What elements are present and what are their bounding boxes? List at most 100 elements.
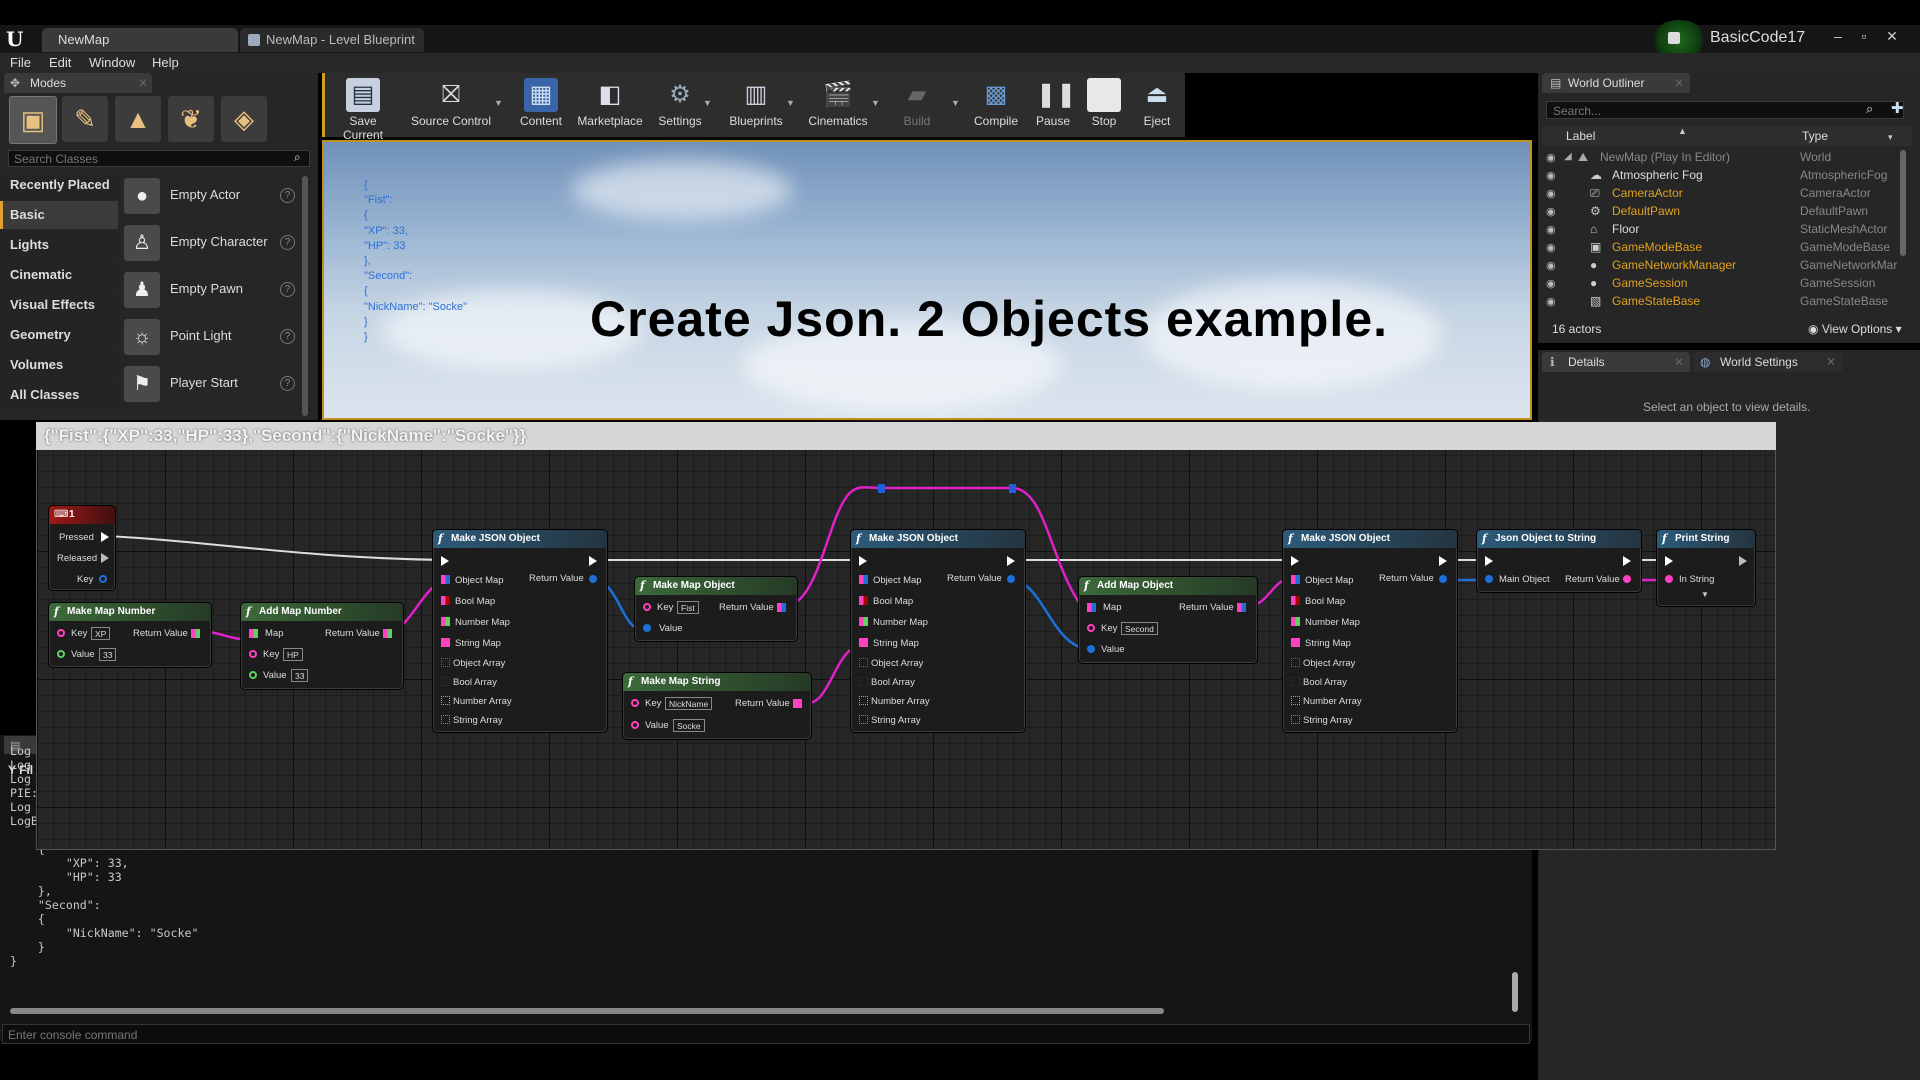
outliner-row[interactable]: ◉ ▣ GameModeBase GameModeBase: [1542, 238, 1904, 256]
source-control-dropdown-icon[interactable]: ▼: [494, 98, 503, 108]
key-in-pin[interactable]: [1087, 624, 1095, 632]
exec-out-pin[interactable]: [589, 556, 597, 566]
string-map-pin[interactable]: [441, 638, 450, 647]
build-button[interactable]: ▰ Build: [882, 74, 952, 134]
key-in-pin[interactable]: [249, 650, 257, 658]
paint-mode-button[interactable]: ✎: [62, 96, 108, 142]
bool-array-pin[interactable]: [441, 677, 450, 686]
string-map-pin[interactable]: [859, 638, 868, 647]
object-map-pin[interactable]: [441, 575, 450, 584]
actor-item-empty-pawn[interactable]: ♟ Empty Pawn ?: [124, 268, 302, 312]
map-in-pin[interactable]: [1087, 603, 1096, 612]
actor-item-point-light[interactable]: ☼ Point Light ?: [124, 315, 302, 359]
outliner-scrollbar[interactable]: [1900, 150, 1906, 256]
column-label[interactable]: Label: [1566, 129, 1595, 143]
category-cinematic[interactable]: Cinematic: [0, 261, 118, 289]
add-map-object-node[interactable]: f Add Map Object Map Return Value Key Sec…: [1078, 576, 1258, 664]
visibility-eye-icon[interactable]: ◉: [1546, 257, 1560, 275]
map-out-pin[interactable]: [191, 629, 200, 638]
map-out-pin[interactable]: [383, 629, 392, 638]
string-out-pin[interactable]: [1623, 575, 1631, 583]
visibility-eye-icon[interactable]: ◉: [1546, 239, 1560, 257]
tab-level-blueprint[interactable]: NewMap - Level Blueprint: [240, 28, 424, 52]
exec-in-pin[interactable]: [441, 556, 449, 566]
object-out-pin[interactable]: [1439, 575, 1447, 583]
visibility-eye-icon[interactable]: ◉: [1546, 149, 1560, 167]
outliner-row[interactable]: ◉ ● GameNetworkManager GameNetworkMar: [1542, 256, 1904, 274]
object-array-pin[interactable]: [1291, 658, 1300, 667]
key-in-pin[interactable]: [631, 699, 639, 707]
value-field[interactable]: 33: [99, 648, 117, 661]
outliner-row[interactable]: ◉ ◢ ⛰ NewMap (Play In Editor) World: [1542, 148, 1904, 166]
blueprints-button[interactable]: ▥ Blueprints: [720, 74, 792, 134]
exec-out-pin[interactable]: [1623, 556, 1631, 566]
geometry-edit-mode-button[interactable]: ◈: [221, 96, 267, 142]
outliner-row[interactable]: ◉ ☁ Atmospheric Fog AtmosphericFog: [1542, 166, 1904, 184]
close-tab-icon[interactable]: ✕: [138, 73, 148, 93]
log-vertical-scrollbar[interactable]: [1512, 972, 1518, 1012]
details-tab[interactable]: ℹ Details ✕: [1542, 352, 1690, 372]
help-icon[interactable]: ?: [280, 376, 295, 391]
make-json-object-node[interactable]: f Make JSON Object Object Map Return Valu…: [432, 529, 608, 733]
object-array-pin[interactable]: [441, 658, 450, 667]
marketplace-button[interactable]: ◧ Marketplace: [572, 74, 648, 134]
exec-in-pin[interactable]: [1291, 556, 1299, 566]
build-dropdown-icon[interactable]: ▼: [951, 98, 960, 108]
number-array-pin[interactable]: [859, 696, 868, 705]
modes-tab[interactable]: ✥ Modes ✕: [4, 73, 152, 93]
help-icon[interactable]: ?: [280, 329, 295, 344]
source-control-button[interactable]: ⛝ Source Control: [408, 74, 494, 134]
world-settings-tab[interactable]: ◍ World Settings ✕: [1694, 352, 1842, 372]
in-string-pin[interactable]: [1665, 575, 1673, 583]
visibility-eye-icon[interactable]: ◉: [1546, 221, 1560, 239]
view-options-button[interactable]: ◉ View Options ▾: [1808, 322, 1902, 336]
object-map-pin[interactable]: [1291, 575, 1300, 584]
settings-dropdown-icon[interactable]: ▼: [703, 98, 712, 108]
cinematics-dropdown-icon[interactable]: ▼: [871, 98, 880, 108]
outliner-search-input[interactable]: Search...: [1546, 101, 1904, 119]
exec-in-pin[interactable]: [859, 556, 867, 566]
input-key-event-node[interactable]: ⌨ 1 Pressed Released Key: [48, 505, 116, 591]
key-field[interactable]: Fist: [677, 601, 699, 614]
blueprints-dropdown-icon[interactable]: ▼: [786, 98, 795, 108]
category-visual-effects[interactable]: Visual Effects: [0, 291, 118, 319]
visibility-eye-icon[interactable]: ◉: [1546, 203, 1560, 221]
modes-scrollbar[interactable]: [302, 176, 308, 416]
object-array-pin[interactable]: [859, 658, 868, 667]
string-array-pin[interactable]: [859, 715, 868, 724]
visibility-eye-icon[interactable]: ◉: [1546, 167, 1560, 185]
value-in-pin[interactable]: [249, 671, 257, 679]
close-button[interactable]: ✕: [1881, 27, 1903, 45]
object-out-pin[interactable]: [1007, 575, 1015, 583]
key-out-pin[interactable]: [99, 575, 107, 583]
bool-map-pin[interactable]: [1291, 596, 1300, 605]
eject-button[interactable]: ⏏ Eject: [1124, 74, 1190, 134]
category-all-classes[interactable]: All Classes: [0, 381, 118, 409]
actor-item-player-start[interactable]: ⚑ Player Start ?: [124, 362, 302, 406]
bool-map-pin[interactable]: [441, 596, 450, 605]
string-array-pin[interactable]: [441, 715, 450, 724]
value-in-pin[interactable]: [643, 624, 651, 632]
add-map-number-node[interactable]: f Add Map Number Map Return Value Key HP …: [240, 602, 404, 690]
outliner-row[interactable]: ◉ ⚙ DefaultPawn DefaultPawn: [1542, 202, 1904, 220]
outliner-row[interactable]: ◉ ▧ GameStateBase GameStateBase: [1542, 292, 1904, 310]
number-map-pin[interactable]: [859, 617, 868, 626]
tab-newmap[interactable]: NewMap: [42, 28, 238, 52]
key-field[interactable]: Second: [1121, 622, 1158, 635]
exec-out-pin[interactable]: [101, 532, 109, 542]
string-array-pin[interactable]: [1291, 715, 1300, 724]
menu-window[interactable]: Window: [89, 53, 135, 73]
value-in-pin[interactable]: [1087, 645, 1095, 653]
exec-out-pin[interactable]: [1007, 556, 1015, 566]
outliner-row[interactable]: ◉ ⌂ Floor StaticMeshActor: [1542, 220, 1904, 238]
key-in-pin[interactable]: [643, 603, 651, 611]
place-mode-button[interactable]: ▣: [9, 96, 57, 144]
world-outliner-tab[interactable]: ▤ World Outliner ✕: [1542, 73, 1690, 93]
expand-node-icon[interactable]: ▼: [1701, 590, 1709, 599]
help-icon[interactable]: ?: [280, 188, 295, 203]
exec-out-pin[interactable]: [1439, 556, 1447, 566]
cinematics-button[interactable]: 🎬 Cinematics: [802, 74, 874, 134]
add-folder-icon[interactable]: ✚: [1891, 99, 1904, 117]
bool-array-pin[interactable]: [859, 677, 868, 686]
main-object-in-pin[interactable]: [1485, 575, 1493, 583]
